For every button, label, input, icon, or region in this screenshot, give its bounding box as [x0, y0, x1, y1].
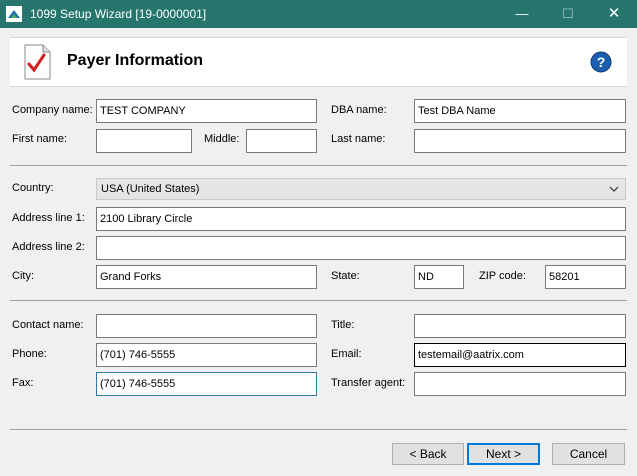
transfer-agent-label: Transfer agent:	[331, 377, 406, 389]
email-label: Email:	[331, 348, 362, 360]
separator	[10, 165, 627, 166]
window-title: 1099 Setup Wizard [19-0000001]	[30, 7, 207, 21]
title-input[interactable]	[414, 314, 626, 338]
contact-name-input[interactable]	[96, 314, 317, 338]
help-icon[interactable]: ?	[590, 51, 612, 73]
next-button[interactable]: Next >	[467, 443, 540, 465]
last-name-input[interactable]	[414, 129, 626, 153]
address-line-1-input[interactable]	[96, 207, 626, 231]
cancel-button[interactable]: Cancel	[552, 443, 625, 465]
transfer-agent-input[interactable]	[414, 372, 626, 396]
header-panel: Payer Information ?	[10, 37, 627, 87]
zip-code-label: ZIP code:	[479, 270, 526, 282]
last-name-label: Last name:	[331, 133, 386, 145]
close-button[interactable]: ✕	[591, 0, 637, 28]
address-line-2-label: Address line 2:	[12, 241, 85, 253]
company-name-input[interactable]	[96, 99, 317, 123]
zip-code-input[interactable]	[545, 265, 626, 289]
state-input[interactable]	[414, 265, 464, 289]
minimize-button[interactable]: —	[499, 0, 545, 28]
fax-input[interactable]	[96, 372, 317, 396]
address-line-2-input[interactable]	[96, 236, 626, 260]
back-button[interactable]: < Back	[392, 443, 464, 465]
svg-text:?: ?	[597, 54, 606, 70]
app-icon	[6, 6, 22, 22]
separator	[10, 300, 627, 301]
chevron-down-icon	[609, 186, 619, 192]
phone-label: Phone:	[12, 348, 47, 360]
city-label: City:	[12, 270, 34, 282]
email-input[interactable]	[414, 343, 626, 367]
first-name-input[interactable]	[96, 129, 192, 153]
dba-name-input[interactable]	[414, 99, 626, 123]
address-line-1-label: Address line 1:	[12, 212, 85, 224]
country-value: USA (United States)	[101, 183, 200, 195]
first-name-label: First name:	[12, 133, 68, 145]
country-select[interactable]: USA (United States)	[96, 178, 626, 200]
title-bar: 1099 Setup Wizard [19-0000001] — ☐ ✕	[0, 0, 637, 28]
maximize-button[interactable]: ☐	[545, 0, 591, 28]
checklist-document-icon	[24, 44, 51, 80]
separator	[10, 429, 627, 430]
middle-label: Middle:	[204, 133, 240, 145]
fax-label: Fax:	[12, 377, 34, 389]
dba-name-label: DBA name:	[331, 104, 387, 116]
title-label: Title:	[331, 319, 355, 331]
contact-name-label: Contact name:	[12, 319, 84, 331]
city-input[interactable]	[96, 265, 317, 289]
state-label: State:	[331, 270, 360, 282]
company-name-label: Company name:	[12, 104, 93, 116]
middle-input[interactable]	[246, 129, 317, 153]
page-title: Payer Information	[67, 52, 204, 69]
country-label: Country:	[12, 182, 54, 194]
phone-input[interactable]	[96, 343, 317, 367]
